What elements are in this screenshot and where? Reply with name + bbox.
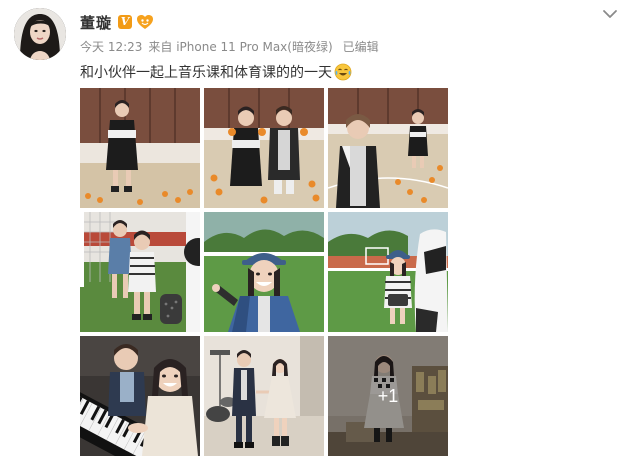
photo-4[interactable] (80, 212, 200, 332)
photo-1[interactable] (80, 88, 200, 208)
post-text: 和小伙伴一起上音乐课和体育课的的一天 (80, 62, 352, 82)
laughing-tears-emoji-icon (334, 63, 352, 81)
post-text-content: 和小伙伴一起上音乐课和体育课的的一天 (80, 65, 332, 81)
author-row: 董璇 V (80, 11, 154, 33)
vip-badge-icon: V (118, 15, 133, 29)
post-meta: 今天 12:23 来自 iPhone 11 Pro Max(暗夜绿) 已编辑 (80, 38, 385, 55)
photo-2[interactable] (204, 88, 324, 208)
weibo-post: 董璇 V 今天 12:23 来自 iPhone 11 Pro Max(暗夜绿) 已编… (0, 0, 640, 460)
fans-badge-icon (137, 15, 154, 29)
photo-6[interactable] (328, 212, 448, 332)
photo-9[interactable]: +1 (328, 336, 448, 456)
photo-grid: +1 (80, 88, 448, 456)
more-photos-count[interactable]: +1 (328, 336, 448, 456)
post-source: 来自 iPhone 11 Pro Max(暗夜绿) (148, 40, 333, 54)
photo-5[interactable] (204, 212, 324, 332)
username[interactable]: 董璇 (80, 12, 112, 33)
edited-label[interactable]: 已编辑 (343, 40, 379, 54)
photo-8[interactable] (204, 336, 324, 456)
photo-3[interactable] (328, 88, 448, 208)
chevron-down-icon[interactable] (602, 8, 618, 20)
post-time: 今天 12:23 (80, 40, 143, 54)
avatar[interactable] (14, 8, 66, 60)
photo-7[interactable] (80, 336, 200, 456)
